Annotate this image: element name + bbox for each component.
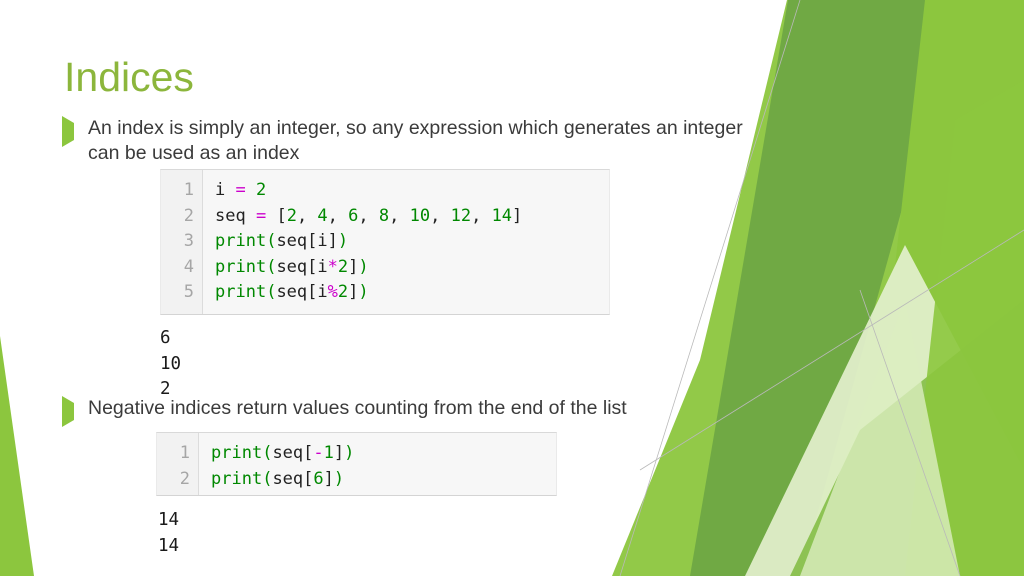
deco-shape-bright-2 — [905, 80, 1024, 576]
code-token: ] — [512, 205, 523, 226]
code-token: ] — [348, 282, 359, 303]
code-token: 10 — [409, 205, 431, 226]
code-token: seq[i] — [276, 231, 338, 252]
code-token: ( — [266, 231, 277, 252]
code-token: % — [327, 282, 338, 303]
slide-canvas: Indices An index is simply an integer, s… — [0, 0, 1024, 576]
triangle-right-icon — [62, 116, 78, 147]
deco-shape-pale-2 — [800, 300, 960, 576]
code-token: print — [211, 468, 263, 489]
code-token: ( — [266, 282, 277, 303]
code-block-1: 12345 i = 2 seq = [2, 4, 6, 8, 10, 12, 14… — [160, 169, 610, 315]
code-token: = — [235, 180, 246, 200]
code-token: ( — [262, 468, 273, 489]
code-token: seq[ — [272, 443, 314, 463]
code-token: ( — [262, 443, 273, 463]
code-token: ] — [323, 468, 334, 489]
console-output-line: 14 — [158, 510, 180, 530]
code-line-number: 3 — [183, 231, 194, 252]
code-token: 2 — [337, 282, 349, 303]
bullet-item-1-label: An index is simply an integer, so any ex… — [88, 117, 743, 164]
console-output-line: 6 — [160, 328, 171, 348]
code-token: seq[i — [276, 282, 328, 303]
code-token: ) — [337, 231, 349, 252]
code-line: print(seq[6]) — [211, 467, 546, 493]
code-token: print — [211, 443, 263, 463]
code-line: print(seq[i*2]) — [215, 255, 599, 281]
code-line: print(seq[i%2]) — [215, 280, 599, 306]
console-output-1: 6 10 2 — [160, 326, 181, 403]
code-token: ] — [348, 256, 359, 277]
code-token: , — [389, 205, 410, 226]
code-token: , — [358, 205, 379, 226]
code-line-number: 2 — [183, 205, 194, 226]
code-line-number: 1 — [183, 180, 194, 200]
bullet-item-2-label: Negative indices return values counting … — [88, 397, 627, 419]
code-token: i — [215, 180, 236, 200]
code-block-2-line-numbers: 12 — [157, 433, 199, 495]
code-token: , — [327, 205, 349, 226]
code-token: - — [313, 443, 324, 463]
console-output-line: 10 — [160, 353, 182, 374]
code-token: ) — [358, 282, 369, 303]
code-token: 2 — [255, 180, 267, 200]
code-token: 2 — [286, 205, 297, 226]
code-token: print — [215, 256, 267, 277]
code-token: 8 — [378, 205, 390, 226]
deco-shape-bright — [860, 0, 1024, 576]
code-token: = — [255, 205, 267, 226]
code-line: print(seq[-1]) — [211, 441, 546, 467]
code-token: 2 — [337, 256, 349, 277]
code-line-number: 5 — [183, 282, 194, 303]
code-block-1-line-numbers: 1 2 3 4 5 — [161, 170, 203, 314]
code-token: seq — [215, 205, 256, 226]
code-token: [ — [266, 205, 287, 226]
code-line-number: 4 — [183, 256, 194, 277]
code-token: ] — [333, 443, 345, 463]
code-line: print(seq[i]) — [215, 229, 599, 255]
deco-shape-pale — [745, 245, 1024, 576]
code-token: 4 — [317, 205, 328, 226]
code-line-number: 1 — [179, 443, 190, 463]
code-line: seq = [2, 4, 6, 8, 10, 12, 14] — [215, 204, 599, 230]
code-token: * — [327, 256, 338, 277]
code-token: 6 — [313, 468, 324, 489]
code-token: print — [215, 282, 267, 303]
console-output-line: 14 — [158, 535, 180, 556]
code-token: , — [296, 205, 318, 226]
code-token: ) — [333, 468, 345, 489]
code-token: 1 — [323, 443, 334, 463]
triangle-right-icon — [62, 396, 78, 427]
code-block-2: 12 print(seq[-1]) print(seq[6]) — [156, 432, 557, 496]
code-token: seq[ — [272, 468, 314, 489]
deco-hairline-3 — [859, 289, 961, 576]
code-token: 12 — [450, 205, 472, 226]
code-block-1-source: i = 2 seq = [2, 4, 6, 8, 10, 12, 14] print… — [203, 170, 609, 314]
code-token: ( — [266, 256, 277, 277]
code-token: , — [471, 205, 492, 226]
slide-content: Indices An index is simply an integer, s… — [0, 0, 760, 576]
code-token: seq[i — [276, 256, 328, 277]
deco-shape-light — [790, 300, 1024, 576]
code-line-number: 2 — [179, 468, 190, 489]
bullet-item-1: An index is simply an integer, so any ex… — [62, 116, 752, 166]
code-block-2-source: print(seq[-1]) print(seq[6]) — [199, 433, 556, 495]
page-title: Indices — [64, 54, 194, 100]
code-token: ) — [344, 443, 355, 463]
code-line: i = 2 — [215, 178, 599, 204]
bullet-item-2: Negative indices return values counting … — [62, 396, 752, 427]
console-output-2: 14 14 — [158, 508, 179, 559]
code-token: 14 — [491, 205, 513, 226]
code-token: , — [430, 205, 451, 226]
code-token: 6 — [348, 205, 359, 226]
code-token: print — [215, 231, 267, 252]
code-token: ) — [358, 256, 369, 277]
